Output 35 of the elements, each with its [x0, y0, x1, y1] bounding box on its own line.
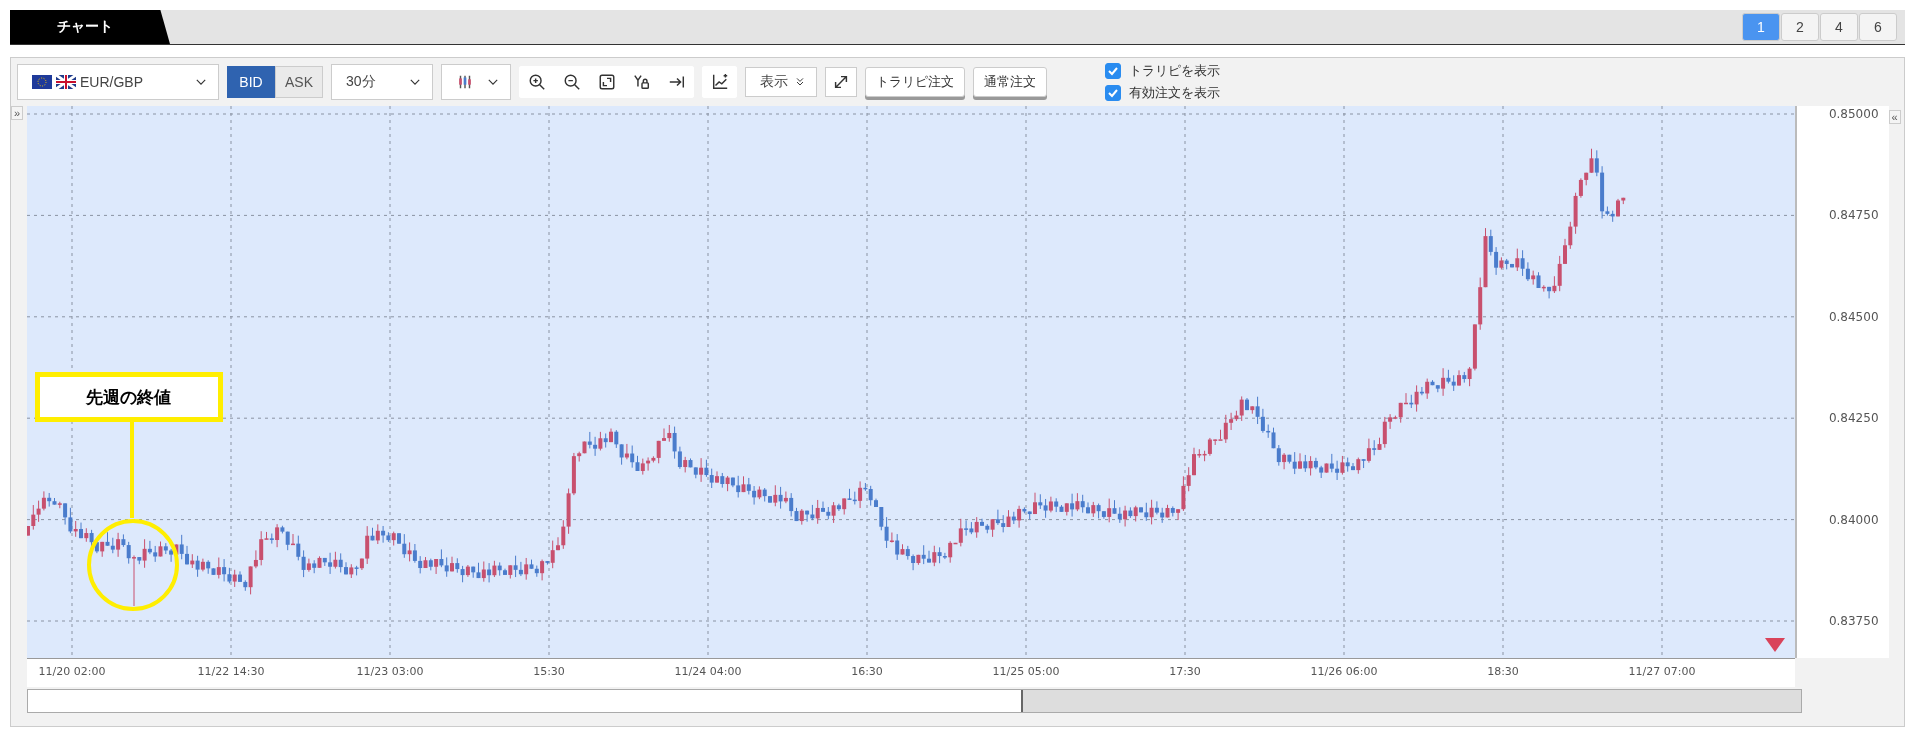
time-label: 11/27 07:00	[1628, 665, 1696, 678]
time-label: 11/25 05:00	[992, 665, 1060, 678]
price-label: 0.84500	[1828, 309, 1879, 324]
time-label: 11/22 14:30	[197, 665, 265, 678]
price-side-toggle[interactable]: BID	[227, 66, 275, 98]
time-label: 11/23 03:00	[356, 665, 424, 678]
display-menu-button[interactable]: 表示	[745, 67, 817, 97]
order-button[interactable]: トラリピ注文	[865, 67, 965, 97]
chart-tab[interactable]: チャート	[10, 10, 170, 44]
time-label: 18:30	[1487, 665, 1519, 678]
price-label: 0.83750	[1828, 614, 1879, 628]
timeframe-label: 30分	[346, 73, 376, 91]
time-label: 17:30	[1169, 665, 1201, 678]
checkbox-label: トラリピを表示	[1129, 62, 1220, 80]
expand-left-toggle[interactable]: »	[11, 106, 24, 120]
checkbox-label: 有効注文を表示	[1129, 84, 1220, 102]
time-label: 11/20 02:00	[38, 665, 106, 678]
layout-button[interactable]: 4	[1820, 13, 1858, 41]
display-menu-label: 表示	[760, 73, 788, 91]
time-label: 11/26 06:00	[1310, 665, 1378, 678]
price-side-toggle[interactable]: ASK	[275, 66, 323, 98]
price-label: 0.84250	[1828, 411, 1879, 426]
timeframe-select[interactable]: 30分	[331, 64, 433, 100]
order-button[interactable]: 通常注文	[973, 67, 1047, 97]
layout-button[interactable]: 2	[1781, 13, 1819, 41]
price-label: 0.85000	[1828, 107, 1879, 121]
price-label: 0.84000	[1828, 512, 1879, 527]
callout-label: 先週の終値	[34, 372, 223, 422]
symbol-select[interactable]: EUR/GBP	[17, 64, 219, 100]
time-label: 15:30	[533, 665, 565, 678]
time-label: 16:30	[851, 665, 883, 678]
price-label: 0.84750	[1828, 208, 1879, 223]
symbol-label: EUR/GBP	[80, 74, 143, 90]
time-label: 11/24 04:00	[674, 665, 742, 678]
layout-button[interactable]: 6	[1859, 13, 1897, 41]
